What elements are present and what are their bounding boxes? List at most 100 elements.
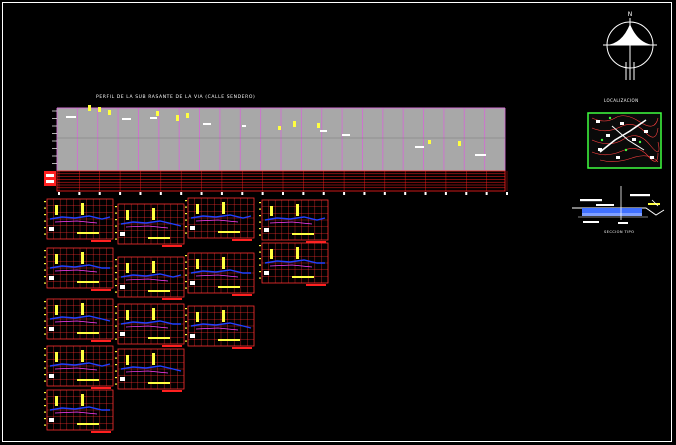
section-marker: [222, 202, 225, 214]
cross-section-sheet[interactable]: [185, 252, 255, 296]
cross-section-sheet[interactable]: [259, 242, 329, 286]
scale-tick: [44, 424, 46, 426]
section-caption-bar: [218, 231, 240, 233]
section-marker: [81, 394, 84, 406]
base-layer: [582, 213, 642, 216]
section-marker: [222, 310, 225, 322]
station-marker: [428, 140, 431, 144]
profile-title: PERFIL DE LA SUB RASANTE DE LA VIA (CALL…: [96, 94, 255, 100]
block-shape: [616, 156, 620, 159]
block-shape: [596, 120, 600, 123]
cross-section-sheet[interactable]: [44, 389, 114, 433]
section-caption-bar: [232, 347, 252, 349]
section-marker: [270, 249, 273, 259]
scale-tick: [44, 367, 46, 369]
scale-tick: [44, 354, 46, 356]
section-caption-bar: [218, 286, 240, 288]
cad-drawing-canvas[interactable]: N PERFIL DE LA SUB RASANTE DE LA VIA (CA…: [0, 0, 676, 445]
typical-section[interactable]: SECCION TIPO: [572, 186, 665, 234]
cross-section-sheet[interactable]: [44, 198, 114, 242]
scale-tick: [115, 338, 117, 340]
section-marker: [55, 254, 58, 264]
station-tick: [119, 192, 122, 195]
cross-section-sheet[interactable]: [44, 345, 114, 389]
cross-sections[interactable]: [44, 197, 329, 433]
scale-tick: [44, 207, 46, 209]
station-tick: [302, 192, 305, 195]
cross-section-sheet[interactable]: [115, 256, 185, 300]
station-marker: [108, 110, 111, 115]
green-marker: [608, 116, 612, 120]
station-tick: [506, 192, 508, 195]
scale-tick: [185, 287, 187, 289]
section-marker: [152, 308, 155, 320]
scale-tick: [259, 215, 261, 217]
green-marker: [624, 148, 628, 152]
section-note: [583, 221, 599, 223]
scale-tick: [185, 340, 187, 342]
profile-dash: [66, 116, 76, 118]
longitudinal-profile[interactable]: [52, 105, 506, 171]
cross-section-sheet[interactable]: [44, 298, 114, 342]
cross-section-sheet[interactable]: [185, 305, 255, 349]
section-label-block: [190, 281, 195, 285]
section-note: [648, 203, 660, 205]
scale-tick: [115, 357, 117, 359]
scale-tick: [44, 392, 46, 394]
scale-tick: [185, 200, 187, 202]
section-marker: [55, 396, 58, 406]
scale-tick: [259, 271, 261, 273]
station-marker: [458, 141, 461, 146]
section-label-block: [49, 374, 54, 378]
section-label-block: [120, 285, 125, 289]
scale-tick: [44, 301, 46, 303]
scale-tick: [115, 312, 117, 314]
section-caption-bar: [91, 240, 111, 242]
section-caption-bar: [162, 245, 182, 247]
section-caption-bar: [232, 294, 252, 296]
cross-section-sheet[interactable]: [185, 197, 255, 241]
section-caption-bar: [148, 337, 170, 339]
scale-tick: [115, 225, 117, 227]
cross-section-sheet[interactable]: [115, 303, 185, 347]
scale-tick: [44, 320, 46, 322]
scale-tick: [44, 214, 46, 216]
section-caption-bar: [292, 276, 314, 278]
station-tick: [180, 192, 183, 195]
profile-dash: [320, 130, 327, 132]
section-marker: [152, 261, 155, 273]
station-marker: [278, 126, 281, 130]
cross-section-sheet[interactable]: [115, 348, 185, 392]
scale-tick: [259, 277, 261, 279]
scale-tick: [44, 348, 46, 350]
section-marker: [152, 353, 155, 365]
block-shape: [606, 134, 610, 137]
section-marker: [126, 355, 129, 365]
scale-tick: [44, 361, 46, 363]
location-label: LOCALIZACION: [604, 98, 639, 103]
section-note: [618, 222, 628, 224]
station-marker: [156, 111, 159, 116]
scale-tick: [259, 264, 261, 266]
scale-tick: [44, 418, 46, 420]
profile-dash: [415, 146, 424, 148]
section-marker: [55, 352, 58, 362]
cross-section-sheet[interactable]: [44, 247, 114, 291]
block-shape: [644, 130, 648, 133]
location-map[interactable]: LOCALIZACION: [587, 98, 662, 169]
pavement-layer: [582, 208, 642, 213]
profile-dash: [242, 125, 246, 127]
scale-tick: [185, 281, 187, 283]
section-caption-bar: [91, 387, 111, 389]
section-marker: [81, 350, 84, 362]
section-caption-bar: [162, 345, 182, 347]
scale-tick: [259, 228, 261, 230]
cross-section-sheet[interactable]: [115, 203, 185, 247]
scale-tick: [259, 208, 261, 210]
station-tick: [220, 192, 223, 195]
cross-section-sheet[interactable]: [259, 199, 329, 243]
scale-tick: [44, 405, 46, 407]
scale-tick: [115, 332, 117, 334]
north-arrow-icon: N: [603, 11, 657, 80]
station-marker: [176, 115, 179, 121]
